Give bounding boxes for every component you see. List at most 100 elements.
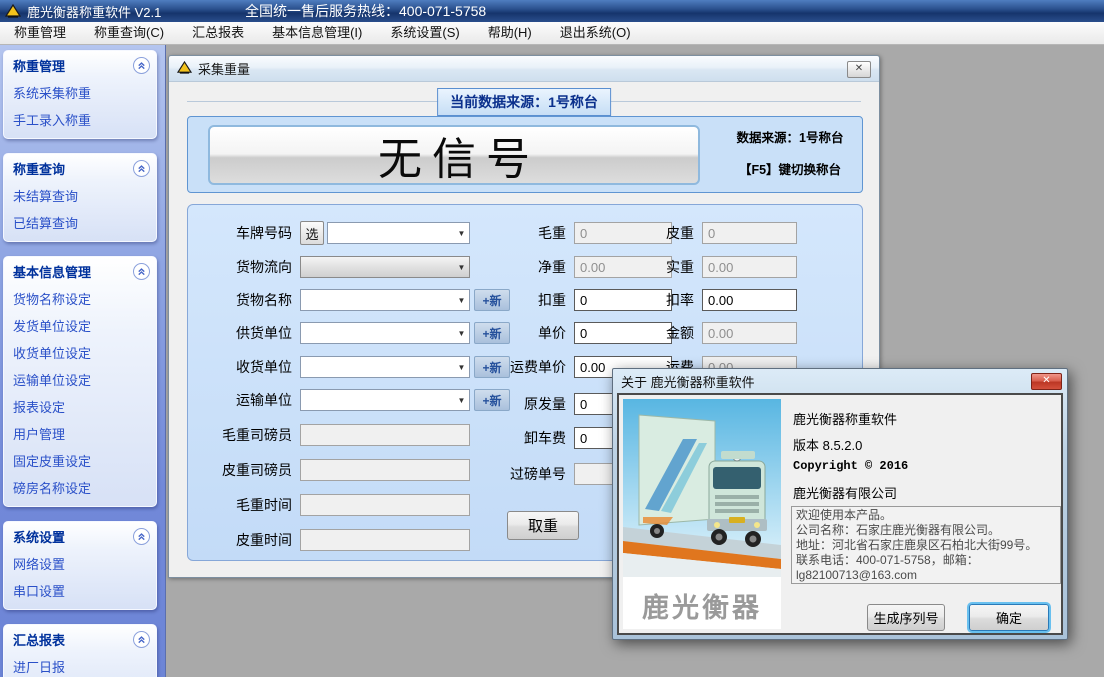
- collapse-chevron-icon[interactable]: [133, 263, 150, 280]
- app-logo-icon: [5, 4, 21, 18]
- row-actual-weight: 实重: [634, 255, 797, 279]
- weight-display-panel: 无信号 数据来源：1号称台 【F5】键切换称台: [187, 116, 863, 193]
- chevron-down-icon[interactable]: ▼: [454, 357, 469, 377]
- row-deduct-rate: 扣率: [634, 288, 797, 312]
- section-title: 基本信息管理: [13, 262, 91, 281]
- field-label: 皮重司磅员: [196, 460, 292, 480]
- info-line: 欢迎使用本产品。: [796, 508, 1056, 523]
- goods-name-combo[interactable]: ▼: [300, 289, 470, 311]
- menu-exit[interactable]: 退出系统(O): [546, 22, 645, 45]
- info-line: 地址：河北省石家庄鹿泉区石柏北大街99号。: [796, 538, 1056, 553]
- field-label: 金额: [634, 323, 694, 343]
- section-header-query[interactable]: 称重查询: [4, 154, 156, 182]
- section-title: 称重查询: [13, 159, 65, 178]
- actual-weight-field: [702, 256, 797, 278]
- sidebar-item-user-management[interactable]: 用户管理: [4, 420, 156, 447]
- supplier-input[interactable]: [301, 323, 454, 343]
- transporter-combo[interactable]: ▼: [300, 389, 470, 411]
- sidebar-item-receiver-unit[interactable]: 收货单位设定: [4, 339, 156, 366]
- collapse-chevron-icon[interactable]: [133, 160, 150, 177]
- field-label: 原发量: [478, 394, 566, 414]
- take-weight-button[interactable]: 取重: [507, 511, 579, 540]
- deduct-rate-input[interactable]: [702, 289, 797, 311]
- menu-system-settings[interactable]: 系统设置(S): [376, 22, 473, 45]
- row-transporter: 运输单位 ▼ +新: [196, 388, 510, 412]
- field-label: 毛重: [478, 223, 566, 243]
- field-label: 运输单位: [196, 390, 292, 410]
- sidebar-item-manual-entry[interactable]: 手工录入称重: [4, 106, 156, 133]
- company-name: 鹿光衡器有限公司: [793, 483, 897, 502]
- plate-select-button[interactable]: 选: [300, 221, 324, 245]
- sidebar-item-report-setting[interactable]: 报表设定: [4, 393, 156, 420]
- about-dialog: 关于 鹿光衡器称重软件 ✕: [612, 368, 1068, 640]
- collapse-chevron-icon[interactable]: [133, 631, 150, 648]
- gross-operator-field: [300, 424, 470, 446]
- sidebar-item-goods-name[interactable]: 货物名称设定: [4, 285, 156, 312]
- sidebar-item-serial-settings[interactable]: 串口设置: [4, 577, 156, 604]
- plate-number-input[interactable]: [328, 223, 454, 243]
- chevron-down-icon[interactable]: ▼: [454, 223, 469, 243]
- section-header-basic-info[interactable]: 基本信息管理: [4, 257, 156, 285]
- amount-field: [702, 322, 797, 344]
- goods-name-input[interactable]: [301, 290, 454, 310]
- window-close-icon[interactable]: ✕: [847, 61, 871, 78]
- field-label: 卸车费: [478, 428, 566, 448]
- window-logo-icon: [177, 61, 192, 77]
- chevron-down-icon[interactable]: ▼: [454, 257, 469, 277]
- gross-time-field: [300, 494, 470, 516]
- row-gross-time: 毛重时间: [196, 493, 470, 517]
- collapse-chevron-icon[interactable]: [133, 57, 150, 74]
- section-header-weighing[interactable]: 称重管理: [4, 51, 156, 79]
- ok-button[interactable]: 确定: [969, 604, 1049, 631]
- generate-serial-button[interactable]: 生成序列号: [867, 604, 945, 631]
- chevron-down-icon[interactable]: ▼: [454, 390, 469, 410]
- field-label: 供货单位: [196, 323, 292, 343]
- section-title: 汇总报表: [13, 630, 65, 649]
- weight-readout: 无信号: [208, 125, 700, 185]
- sidebar-item-sender-unit[interactable]: 发货单位设定: [4, 312, 156, 339]
- menu-weighing-management[interactable]: 称重管理: [0, 22, 80, 45]
- dialog-close-icon[interactable]: ✕: [1031, 373, 1062, 390]
- menu-summary-report[interactable]: 汇总报表: [178, 22, 258, 45]
- field-label: 皮重时间: [196, 530, 292, 550]
- menu-help[interactable]: 帮助(H): [474, 22, 546, 45]
- receiver-input[interactable]: [301, 357, 454, 377]
- source-label: 数据来源：1号称台: [720, 127, 860, 146]
- sidebar-section-weighing: 称重管理 系统采集称重 手工录入称重: [3, 50, 157, 139]
- app-screen: 鹿光衡器称重软件 V2.1 全国统一售后服务热线：400-071-5758 称重…: [0, 0, 1104, 677]
- sidebar-item-fixed-tare[interactable]: 固定皮重设定: [4, 447, 156, 474]
- row-amount: 金额: [634, 321, 797, 345]
- field-label: 毛重时间: [196, 495, 292, 515]
- goods-flow-input[interactable]: [301, 257, 454, 277]
- menu-basic-info[interactable]: 基本信息管理(I): [258, 22, 376, 45]
- sidebar-item-system-capture[interactable]: 系统采集称重: [4, 79, 156, 106]
- chevron-down-icon[interactable]: ▼: [454, 290, 469, 310]
- sidebar-item-unsettled-query[interactable]: 未结算查询: [4, 182, 156, 209]
- dialog-body: 鹿光衡器 鹿光衡器称重软件 版本 8.5.2.0 Copyright © 201…: [617, 393, 1063, 635]
- receiver-combo[interactable]: ▼: [300, 356, 470, 378]
- menu-weighing-query[interactable]: 称重查询(C): [80, 22, 178, 45]
- supplier-combo[interactable]: ▼: [300, 322, 470, 344]
- field-label: 实重: [634, 257, 694, 277]
- collapse-chevron-icon[interactable]: [133, 528, 150, 545]
- sidebar-section-reports: 汇总报表 进厂日报 出厂日报: [3, 624, 157, 677]
- sidebar-item-transport-unit[interactable]: 运输单位设定: [4, 366, 156, 393]
- dialog-title-bar: 关于 鹿光衡器称重软件 ✕: [613, 369, 1067, 393]
- goods-flow-combo[interactable]: ▼: [300, 256, 470, 278]
- sidebar-item-settled-query[interactable]: 已结算查询: [4, 209, 156, 236]
- info-line: 公司名称：石家庄鹿光衡器有限公司。: [796, 523, 1056, 538]
- sidebar-item-scale-house-name[interactable]: 磅房名称设定: [4, 474, 156, 501]
- row-goods-name: 货物名称 ▼ +新: [196, 288, 510, 312]
- plate-number-combo[interactable]: ▼: [327, 222, 470, 244]
- dialog-title: 关于 鹿光衡器称重软件: [621, 372, 755, 391]
- section-header-system[interactable]: 系统设置: [4, 522, 156, 550]
- sidebar-item-network-settings[interactable]: 网络设置: [4, 550, 156, 577]
- chevron-down-icon[interactable]: ▼: [454, 323, 469, 343]
- transporter-input[interactable]: [301, 390, 454, 410]
- info-line: 联系电话：400-071-5758，邮箱：: [796, 553, 1056, 568]
- weight-value: 无信号: [368, 123, 540, 187]
- section-header-reports[interactable]: 汇总报表: [4, 625, 156, 653]
- sidebar-section-basic-info: 基本信息管理 货物名称设定 发货单位设定 收货单位设定 运输单位设定 报表设定 …: [3, 256, 157, 507]
- row-receiver: 收货单位 ▼ +新: [196, 355, 510, 379]
- sidebar-item-inbound-daily[interactable]: 进厂日报: [4, 653, 156, 677]
